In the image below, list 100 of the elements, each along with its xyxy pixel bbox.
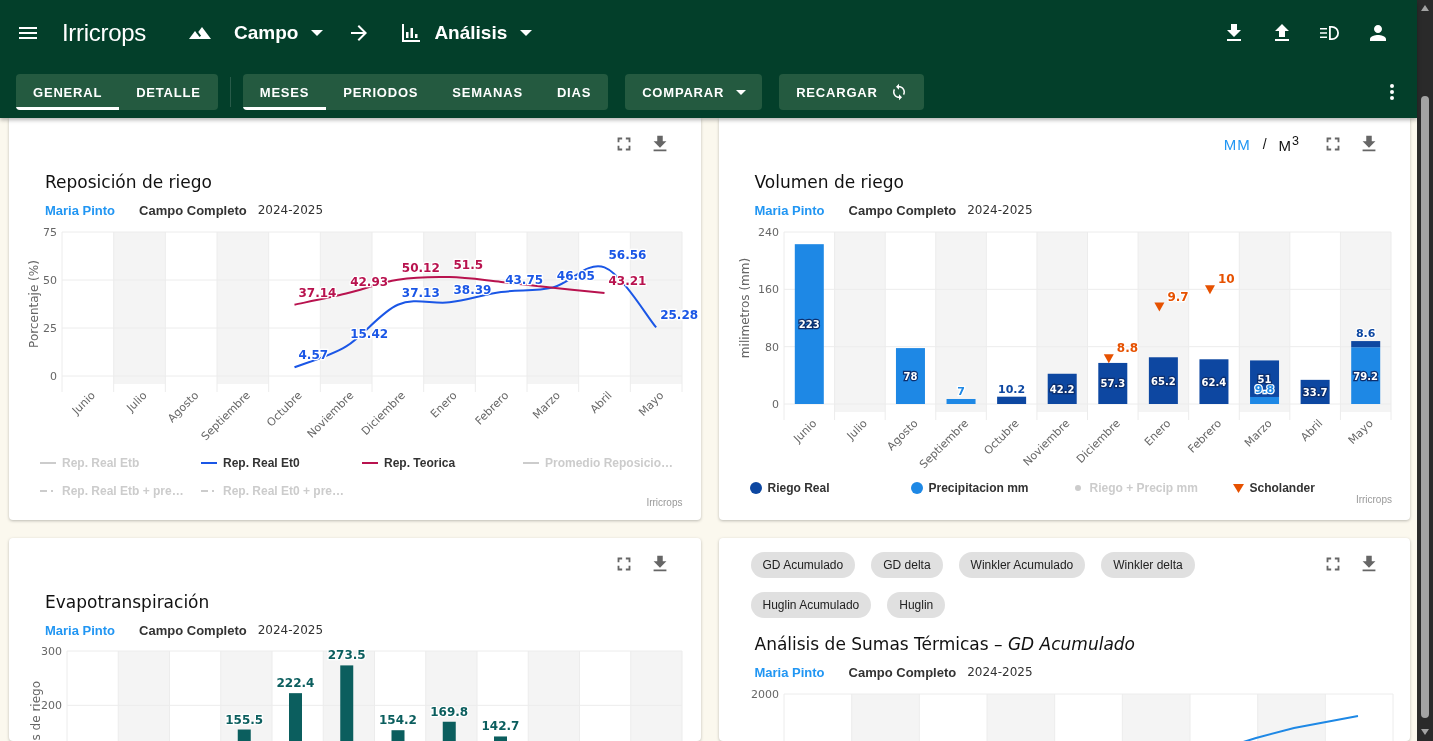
- data-label: 155.5: [225, 712, 264, 727]
- data-label: 10.2: [997, 382, 1025, 396]
- data-label: 37.13: [401, 285, 440, 300]
- period-tab[interactable]: PERIODOS: [326, 74, 436, 110]
- metric-chip[interactable]: Winkler Acumulado: [958, 552, 1086, 578]
- data-label: 65.2: [1150, 375, 1176, 387]
- data-label: 8.6: [1355, 327, 1375, 341]
- data-label: 9.7: [1166, 289, 1189, 304]
- data-label: 62.4: [1201, 376, 1226, 388]
- credit-label: Irricrops: [1355, 494, 1392, 505]
- axis-tick-label: 75: [43, 226, 57, 239]
- unit-toggle[interactable]: M$^{3}$: [1278, 134, 1300, 154]
- compare-button[interactable]: COMPARAR: [625, 74, 763, 110]
- bar: [494, 736, 507, 741]
- scroll-down-icon[interactable]: [1420, 728, 1430, 736]
- axis-tick-label: 25: [43, 322, 57, 335]
- bar: [946, 399, 976, 404]
- season-label: 2024-2025: [257, 203, 324, 217]
- season-label: 2024-2025: [257, 623, 324, 637]
- legend-item[interactable]: Rep. Real Et0: [201, 449, 300, 477]
- legend-dash-icon: [40, 489, 56, 493]
- metric-chip[interactable]: GD Acumulado: [750, 552, 856, 578]
- bar: [1198, 359, 1228, 404]
- app-logo: Irricrops: [62, 18, 146, 47]
- legend-item[interactable]: Rep. Teorica: [362, 449, 456, 477]
- legend-item[interactable]: Riego Real: [749, 474, 830, 502]
- triangle-marker: [1153, 302, 1164, 312]
- view-tab[interactable]: DETALLE: [119, 74, 218, 110]
- chart-title: Análisis de Sumas Térmicas – GD Acumulado: [753, 634, 1137, 654]
- axis-tick-label: 200: [41, 699, 62, 713]
- data-label: 51: [1257, 373, 1271, 385]
- scrollbar[interactable]: [1417, 0, 1433, 741]
- scroll-thumb[interactable]: [1421, 96, 1429, 718]
- unit-separator: /: [1262, 136, 1267, 152]
- scroll-up-icon[interactable]: [1420, 4, 1430, 12]
- data-label: 142.7: [481, 719, 520, 734]
- chart-title: Evapotranspiración: [44, 592, 211, 612]
- data-label: 4.57: [298, 348, 329, 363]
- axis-tick-label: 300: [41, 645, 62, 658]
- sector-name: Campo Completo: [848, 202, 957, 218]
- bar: [996, 396, 1026, 404]
- axis-tick-label: 80: [764, 340, 779, 354]
- axis-tick-label: 160: [757, 283, 779, 297]
- chart-title: Reposición de riego: [44, 172, 213, 192]
- data-label: 38.39: [453, 283, 492, 298]
- axis-tick-label: 2000: [750, 688, 779, 701]
- caret-icon: [520, 29, 533, 36]
- legend-line-icon: [40, 461, 56, 465]
- chart-title: Volumen de riego: [753, 172, 905, 192]
- season-label: 2024-2025: [967, 665, 1033, 679]
- sector-name: Campo Completo: [848, 664, 957, 680]
- legend-dash-icon: [201, 489, 217, 493]
- axis-title: milimetros (mm): [737, 257, 752, 359]
- metric-chip[interactable]: Winkler delta: [1101, 552, 1195, 578]
- data-label: 10: [1217, 272, 1235, 287]
- period-tab[interactable]: MESES: [242, 74, 327, 110]
- data-label: 9.8: [1254, 383, 1274, 396]
- reload-button[interactable]: RECARGAR: [779, 74, 924, 110]
- farm-name: Maria Pinto: [754, 664, 825, 680]
- sector-name: Campo Completo: [139, 202, 247, 218]
- data-label: 223: [798, 319, 820, 331]
- data-label: 79.2: [1352, 370, 1378, 382]
- data-label: 25.28: [660, 308, 699, 323]
- data-label: 37.14: [298, 285, 337, 300]
- data-label: 78: [903, 371, 917, 383]
- credit-label: Irricrops: [646, 497, 683, 508]
- axis-tick-label: 0: [50, 370, 57, 383]
- data-label: 273.5: [327, 648, 366, 663]
- bar: [1148, 357, 1178, 404]
- data-label: 8.8: [1116, 341, 1138, 356]
- metric-chip[interactable]: GD delta: [871, 552, 943, 578]
- data-label: 7: [956, 385, 965, 398]
- period-tab[interactable]: SEMANAS: [435, 74, 540, 110]
- farm-name: Maria Pinto: [754, 202, 825, 218]
- triangle-marker: [1204, 285, 1215, 295]
- axis-tick-label: 50: [43, 274, 57, 287]
- view-selector[interactable]: Análisis: [399, 20, 533, 45]
- data-label: 43.75: [505, 273, 544, 287]
- legend-item[interactable]: Precipitacion mm: [910, 474, 1029, 502]
- metric-chip[interactable]: Huglin: [887, 592, 946, 618]
- bar: [391, 730, 405, 741]
- data-label: 222.4: [276, 676, 315, 691]
- season-label: 2024-2025: [967, 203, 1033, 217]
- data-label: 33.7: [1302, 386, 1327, 398]
- data-label: 42.93: [350, 274, 389, 289]
- data-label: 50.12: [401, 260, 440, 275]
- period-tab[interactable]: DIAS: [539, 74, 609, 110]
- triangle-marker: [1103, 354, 1114, 364]
- caret-icon: [311, 29, 324, 36]
- field-selector[interactable]: Campo: [188, 20, 324, 45]
- legend-item[interactable]: Scholander: [1232, 474, 1315, 502]
- metric-chip[interactable]: Huglin Acumulado: [750, 592, 872, 618]
- sector-name: Campo Completo: [139, 622, 247, 638]
- data-label: 154.2: [379, 713, 417, 728]
- view-tab[interactable]: GENERAL: [16, 74, 120, 110]
- axis-title: Porcentaje (%): [27, 260, 41, 348]
- data-label: 169.8: [430, 704, 469, 719]
- farm-name: Maria Pinto: [45, 202, 116, 218]
- bar: [895, 348, 925, 404]
- data-label: 57.3: [1099, 378, 1125, 390]
